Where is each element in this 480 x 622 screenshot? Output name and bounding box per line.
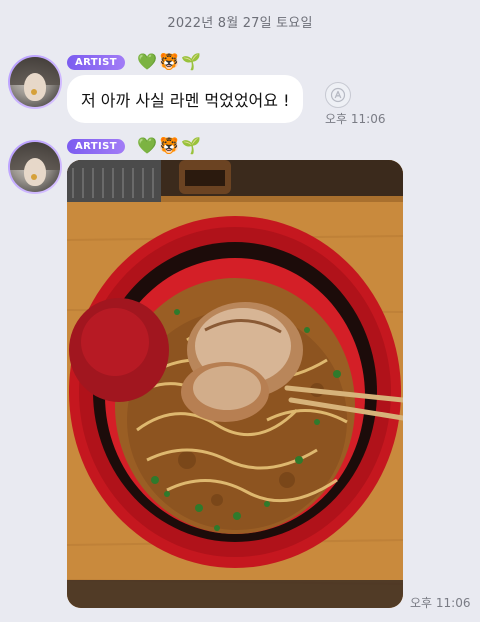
sprout-icon: 🌱 [180, 52, 201, 71]
green-heart-icon: 💚 [136, 136, 157, 155]
artist-badge: ARTIST [67, 138, 125, 154]
ramen-photo-image [67, 160, 403, 608]
message-bubble[interactable]: 저 아까 사실 라멘 먹었었어요 ! [67, 75, 304, 123]
artist-avatar[interactable] [8, 140, 62, 194]
ramen-photo[interactable] [67, 160, 403, 608]
tiger-face-icon: 🐯 [158, 52, 179, 71]
tiger-face-icon: 🐯 [158, 136, 179, 155]
artist-badge: ARTIST [67, 54, 125, 70]
translate-icon [330, 87, 346, 103]
sprout-icon: 🌱 [180, 136, 201, 155]
date-header: 2022년 8월 27일 토요일 [167, 16, 313, 31]
message-time: 오후 11:06 [410, 596, 471, 610]
green-heart-icon: 💚 [136, 52, 157, 71]
translate-button[interactable] [325, 82, 351, 108]
sender-meta: ARTIST 💚 🐯 🌱 [67, 52, 201, 71]
sender-meta: ARTIST 💚 🐯 🌱 [67, 136, 201, 155]
message-time: 오후 11:06 [325, 112, 386, 126]
artist-avatar[interactable] [8, 55, 62, 109]
